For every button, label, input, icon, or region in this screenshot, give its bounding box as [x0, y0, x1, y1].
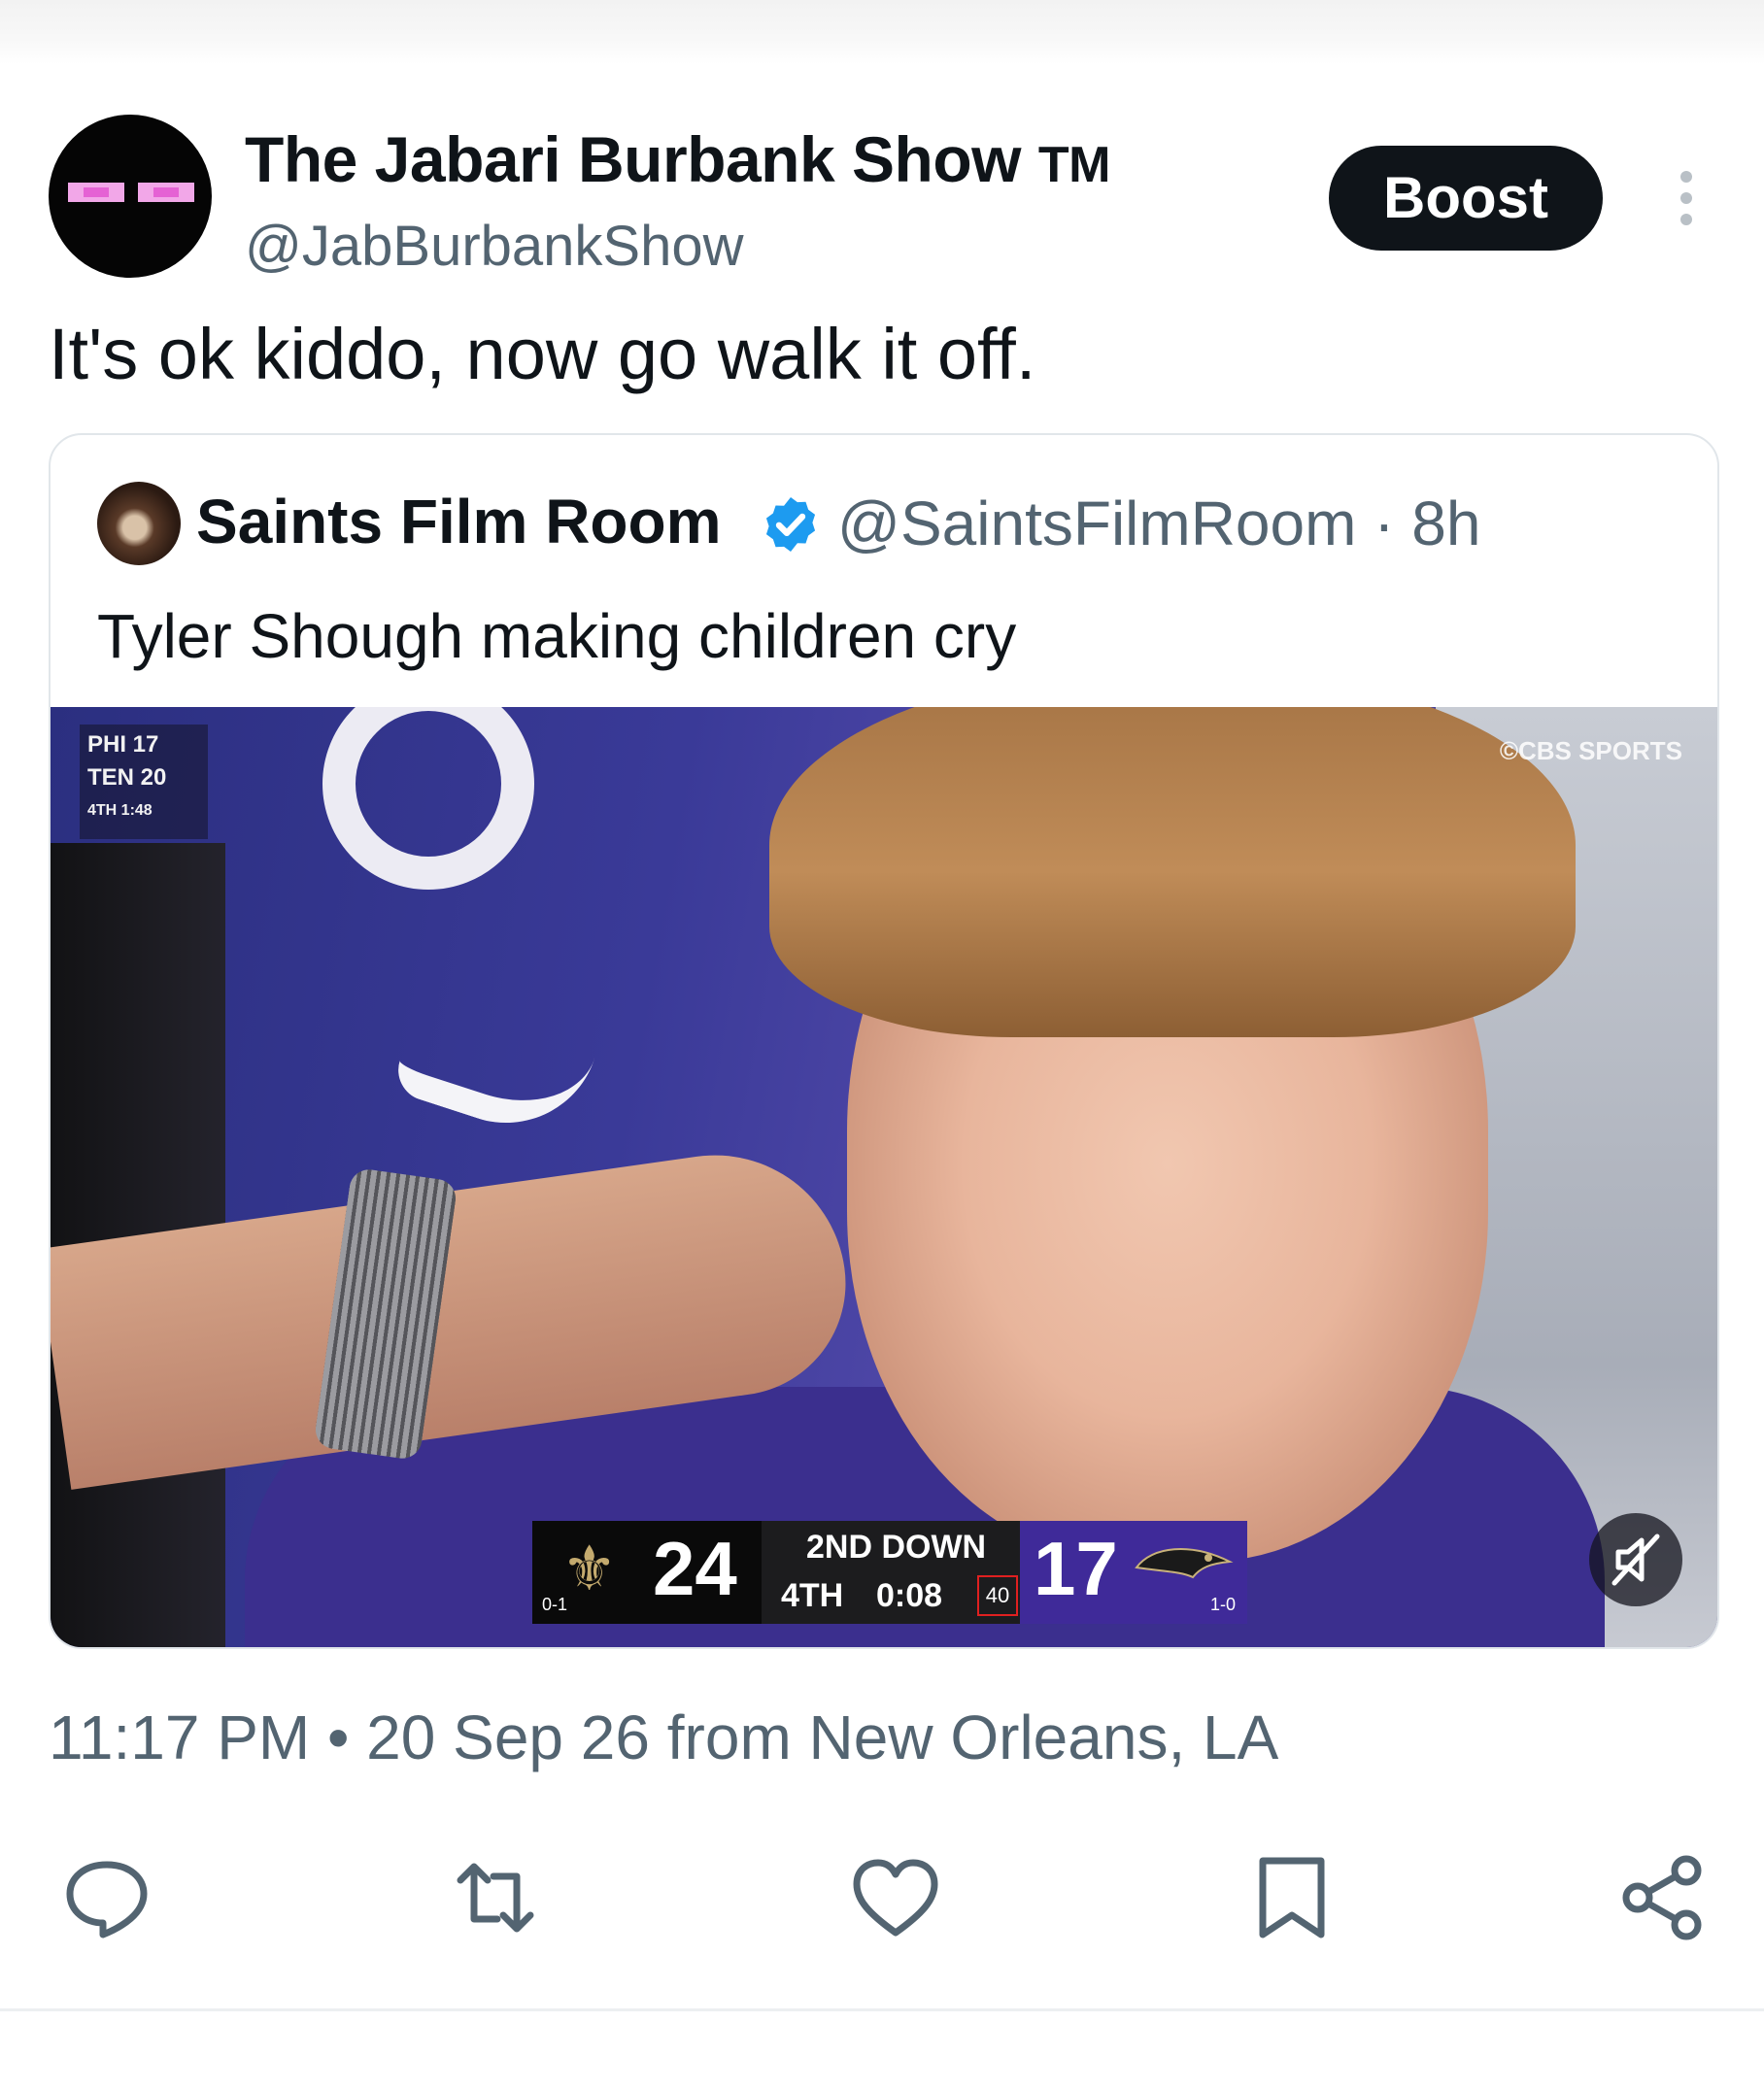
avatar-right-eye	[138, 183, 194, 202]
share-icon[interactable]	[1616, 1851, 1710, 1944]
child-hair	[769, 707, 1576, 1037]
play-clock: 40	[977, 1575, 1018, 1616]
quoted-handle-time[interactable]: @SaintsFilmRoom · 8h	[837, 488, 1480, 559]
mute-icon[interactable]	[1589, 1513, 1682, 1606]
quoted-author-avatar[interactable]	[97, 482, 181, 565]
author-display-name: The Jabari Burbank Show	[245, 123, 1022, 195]
repost-icon[interactable]	[449, 1851, 542, 1944]
raven-logo-icon	[1135, 1548, 1234, 1579]
author-avatar[interactable]	[49, 115, 212, 278]
mini-scoreboard: PHI 17 TEN 20 4TH 1:48	[80, 725, 208, 839]
more-options-icon[interactable]	[1667, 167, 1706, 229]
game-situation-panel: 2ND DOWN 4TH 0:08 40	[762, 1521, 1020, 1624]
trademark-label: TM	[1037, 137, 1111, 193]
quoted-tweet[interactable]: Saints Film Room @SaintsFilmRoom · 8h Ty…	[49, 433, 1719, 1649]
bottom-divider	[0, 2008, 1764, 2011]
mini-score-line-1: PHI 17	[87, 731, 159, 758]
down-label: 2ND DOWN	[806, 1529, 987, 1566]
like-icon[interactable]	[849, 1851, 942, 1944]
avatar-left-eye	[68, 183, 124, 202]
home-record: 0-1	[542, 1595, 568, 1614]
author-name[interactable]: The Jabari Burbank Show TM	[245, 122, 1110, 196]
away-team-panel: 17 1-0	[1020, 1521, 1247, 1624]
quarter-label: 4TH	[781, 1577, 844, 1614]
score-bug: ⚜ 24 0-1 2ND DOWN 4TH 0:08 40 17 1-0	[532, 1521, 1247, 1624]
home-team-panel: ⚜ 24 0-1	[532, 1521, 762, 1624]
fleur-de-lis-icon: ⚜	[561, 1534, 618, 1603]
away-record: 1-0	[1210, 1595, 1237, 1614]
top-bar-edge	[0, 0, 1764, 64]
swoosh-shape	[390, 1000, 595, 1148]
game-clock: 0:08	[876, 1577, 943, 1614]
away-score: 17	[1034, 1526, 1118, 1611]
bookmark-icon[interactable]	[1245, 1851, 1339, 1944]
author-handle[interactable]: @JabBurbankShow	[245, 214, 744, 279]
verified-badge-icon	[765, 497, 816, 552]
broadcast-watermark: ©CBS SPORTS	[1499, 736, 1682, 765]
tweet-text: It's ok kiddo, now go walk it off.	[49, 314, 1036, 394]
reply-icon[interactable]	[60, 1851, 153, 1944]
home-score: 24	[653, 1526, 737, 1611]
mini-score-line-2: TEN 20	[87, 764, 167, 791]
quoted-text: Tyler Shough making children cry	[97, 601, 1017, 671]
video-media[interactable]: PHI 17 TEN 20 4TH 1:48 ©CBS SPORTS ⚜ 24 …	[51, 707, 1717, 1647]
mini-score-line-3: 4TH 1:48	[87, 802, 153, 819]
jersey-number-shape	[322, 707, 534, 890]
boost-button[interactable]: Boost	[1329, 146, 1603, 251]
quoted-author-name[interactable]: Saints Film Room	[196, 486, 722, 557]
tweet-timestamp-location[interactable]: 11:17 PM • 20 Sep 26 from New Orleans, L…	[49, 1702, 1278, 1773]
